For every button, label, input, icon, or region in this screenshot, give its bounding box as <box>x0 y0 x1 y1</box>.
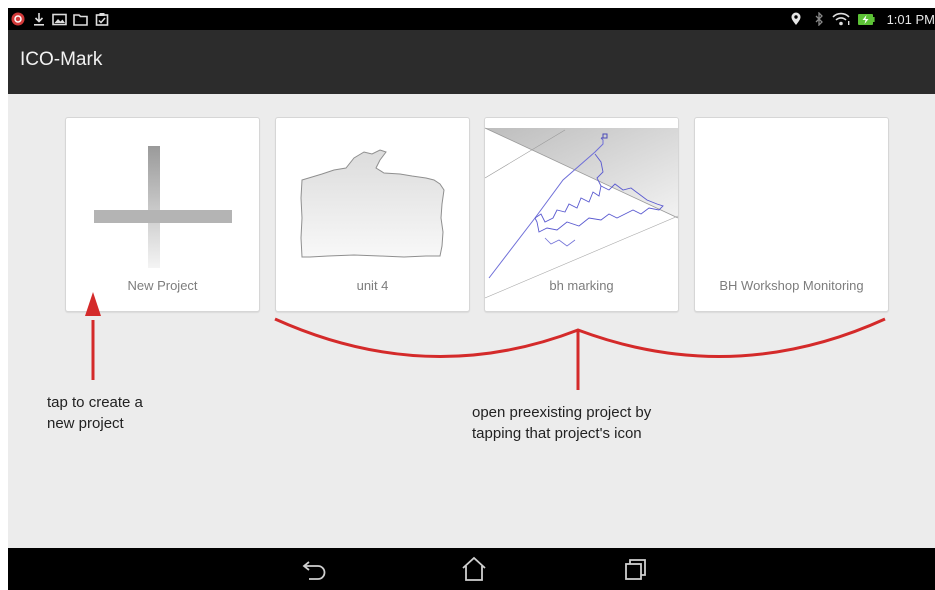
project-brace <box>274 317 886 358</box>
device-screen: 1:01 PM ICO-Mark New Project unit 4 bh m… <box>8 8 935 590</box>
recents-button[interactable] <box>615 555 655 583</box>
home-icon <box>462 556 486 581</box>
home-button[interactable] <box>454 555 494 583</box>
back-icon <box>302 561 326 580</box>
annotation-overlay <box>85 292 886 390</box>
up-arrow <box>85 292 101 380</box>
back-button[interactable] <box>295 555 335 583</box>
recents-icon <box>625 559 646 580</box>
annotation-new-project-line-1: tap to create a <box>47 394 143 411</box>
annotation-new-project-line-2: new project <box>47 415 124 432</box>
annotation-open-project-line-1: open preexisting project by <box>472 404 652 421</box>
navigation-bar <box>8 548 935 590</box>
annotation-open-project: open preexisting project by tapping that… <box>472 402 651 444</box>
annotation-new-project: tap to create a new project <box>47 392 143 434</box>
annotation-open-project-line-2: tapping that project's icon <box>472 425 642 442</box>
